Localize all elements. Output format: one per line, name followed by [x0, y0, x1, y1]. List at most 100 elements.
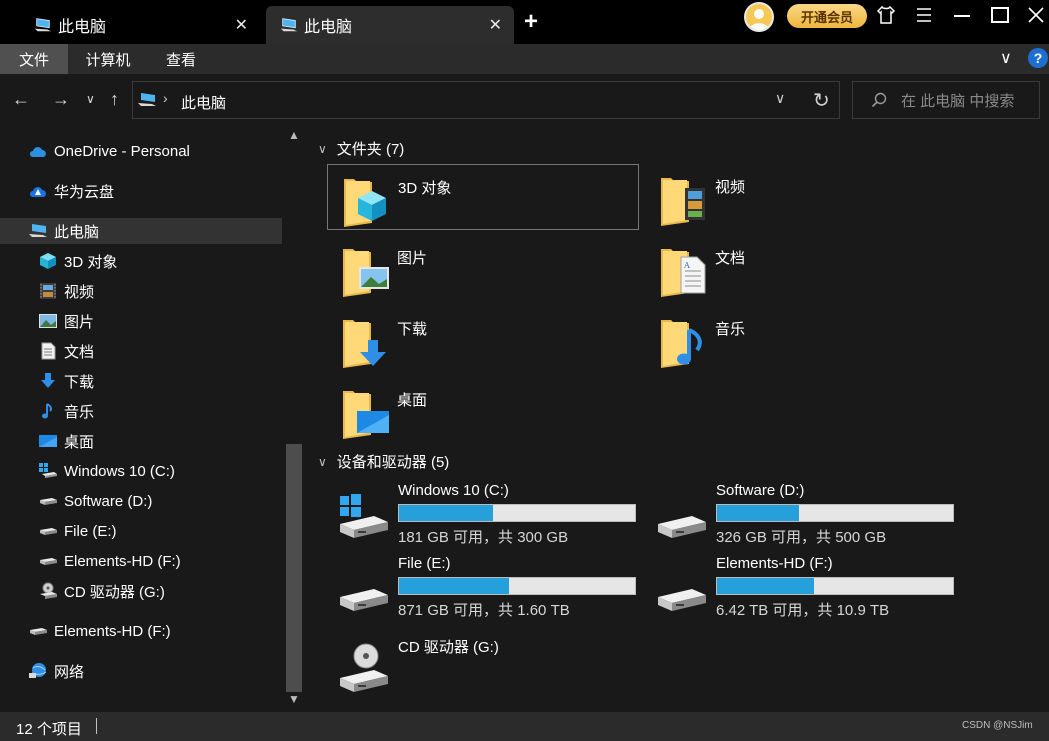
sidebar-item-label: OneDrive - Personal [54, 142, 190, 160]
sidebar-item-drive-g[interactable]: CD 驱动器 (G:) [38, 578, 165, 604]
folder-label: 音乐 [715, 321, 746, 338]
collapse-chevron-icon: ∨ [318, 454, 327, 469]
scrollbar-thumb[interactable] [286, 444, 302, 692]
sidebar-item-label: 桌面 [64, 433, 95, 451]
forward-arrow-icon[interactable]: → [52, 88, 70, 110]
3d-objects-icon [38, 252, 58, 270]
desktop-folder-icon [343, 391, 389, 439]
expand-ribbon-chevron-icon[interactable]: ∨ [1000, 48, 1012, 68]
sidebar-item-network[interactable]: 网络 [28, 658, 84, 684]
address-bar[interactable]: › 此电脑 ∨ ↻ [132, 81, 840, 119]
drive-icon [658, 589, 706, 611]
minimize-icon[interactable] [947, 4, 977, 32]
search-icon [871, 92, 887, 108]
windows-drive-icon [38, 462, 58, 480]
new-tab-button[interactable]: + [524, 10, 538, 34]
drive-icon [340, 589, 388, 611]
sidebar-item-label: 音乐 [64, 403, 95, 421]
drive-e[interactable]: File (E:) 871 GB 可用，共 1.60 TB [328, 555, 640, 621]
recent-locations-chevron-icon[interactable]: ∨ [86, 88, 95, 110]
folder-3d-objects[interactable]: 3D 对象 [327, 164, 639, 230]
drive-name: File (E:) [398, 555, 451, 572]
avatar[interactable] [744, 2, 774, 32]
drive-space-info: 326 GB 可用，共 500 GB [716, 529, 887, 546]
ribbon-file-tab[interactable]: 文件 [0, 44, 68, 74]
maximize-icon[interactable] [985, 4, 1015, 32]
drive-usage-fill [399, 578, 510, 594]
sidebar-item-drive-e[interactable]: File (E:) [38, 518, 117, 544]
folder-videos[interactable]: 视频 [645, 164, 957, 230]
sidebar-item-desktop[interactable]: 桌面 [38, 428, 94, 454]
folders-group-header[interactable]: ∨ 文件夹 (7) [318, 138, 404, 159]
sidebar-item-label: 华为云盘 [54, 183, 115, 201]
sidebar-item-videos[interactable]: 视频 [38, 278, 94, 304]
sidebar-item-music[interactable]: 音乐 [38, 398, 94, 424]
3d-objects-folder-icon [344, 179, 386, 227]
network-icon [28, 662, 48, 680]
svg-text:A: A [683, 261, 690, 270]
drive-usage-bar [398, 577, 636, 595]
tab-close-icon[interactable]: ✕ [489, 15, 502, 35]
drive-name: Elements-HD (F:) [716, 555, 833, 572]
folder-music[interactable]: 音乐 [645, 306, 957, 372]
tab-this-pc-1[interactable]: 此电脑 ✕ [20, 6, 260, 44]
folder-desktop[interactable]: 桌面 [327, 377, 639, 443]
sidebar-item-huawei-cloud[interactable]: 华为云盘 [28, 178, 114, 204]
windows-drive-icon [340, 494, 388, 538]
sidebar-item-documents[interactable]: 文档 [38, 338, 94, 364]
sidebar-item-3d-objects[interactable]: 3D 对象 [38, 248, 117, 274]
search-input[interactable] [901, 90, 1035, 112]
drive-usage-bar [716, 504, 954, 522]
sidebar-item-downloads[interactable]: 下载 [38, 368, 94, 394]
folder-downloads[interactable]: 下载 [327, 306, 639, 372]
status-divider [96, 718, 97, 734]
drives-group-header[interactable]: ∨ 设备和驱动器 (5) [318, 451, 449, 472]
huawei-cloud-icon [28, 182, 48, 200]
folder-pictures[interactable]: 图片 [327, 235, 639, 301]
sidebar-item-elements-hd[interactable]: Elements-HD (F:) [28, 618, 171, 644]
scroll-down-arrow-icon[interactable]: ▼ [288, 692, 300, 706]
sidebar-item-drive-d[interactable]: Software (D:) [38, 488, 152, 514]
vip-button[interactable]: 开通会员 [787, 4, 867, 28]
sidebar-item-pictures[interactable]: 图片 [38, 308, 94, 334]
sidebar-item-drive-c[interactable]: Windows 10 (C:) [38, 458, 175, 484]
sidebar-item-label: Elements-HD (F:) [54, 622, 171, 640]
search-box[interactable] [852, 81, 1040, 119]
videos-folder-icon [661, 178, 705, 226]
drive-c[interactable]: Windows 10 (C:) 181 GB 可用，共 300 GB [328, 482, 640, 548]
close-icon[interactable] [1021, 4, 1049, 32]
breadcrumb-this-pc[interactable]: 此电脑 [181, 92, 226, 113]
drive-g[interactable]: CD 驱动器 (G:) [328, 636, 640, 702]
sidebar-item-this-pc[interactable]: 此电脑 [0, 218, 282, 244]
up-arrow-icon[interactable]: ↑ [110, 88, 119, 110]
sidebar-item-label: Software (D:) [64, 492, 153, 510]
ribbon-view-tab[interactable]: 查看 [150, 44, 212, 74]
documents-folder-icon: A [661, 249, 706, 297]
ribbon-computer-tab[interactable]: 计算机 [72, 44, 144, 74]
sidebar-item-label: 3D 对象 [64, 253, 118, 271]
sidebar-scrollbar[interactable]: ▲ ▼ [284, 126, 304, 712]
folder-documents[interactable]: A 文档 [645, 235, 957, 301]
scroll-up-arrow-icon[interactable]: ▲ [288, 128, 300, 142]
drive-usage-fill [399, 505, 493, 521]
documents-icon [38, 342, 58, 360]
skin-icon[interactable] [871, 4, 901, 32]
tab-close-icon[interactable]: ✕ [235, 15, 248, 35]
this-pc-icon [34, 18, 52, 32]
drive-d[interactable]: Software (D:) 326 GB 可用，共 500 GB [646, 482, 958, 548]
tab-this-pc-2[interactable]: 此电脑 ✕ [266, 6, 514, 44]
folder-label: 下载 [397, 321, 428, 338]
refresh-icon[interactable]: ↻ [813, 88, 830, 113]
downloads-folder-icon [343, 320, 386, 368]
menu-icon[interactable] [909, 4, 939, 32]
help-icon[interactable]: ? [1028, 48, 1048, 68]
sidebar-item-label: Elements-HD (F:) [64, 552, 181, 570]
back-arrow-icon[interactable]: ← [12, 88, 30, 110]
cd-drive-icon [340, 643, 388, 692]
address-dropdown-chevron-icon[interactable]: ∨ [775, 90, 785, 107]
folder-label: 桌面 [397, 392, 428, 409]
sidebar-item-onedrive[interactable]: OneDrive - Personal [28, 138, 190, 164]
breadcrumb-separator-icon[interactable]: › [163, 90, 168, 106]
sidebar-item-drive-f[interactable]: Elements-HD (F:) [38, 548, 181, 574]
drive-f[interactable]: Elements-HD (F:) 6.42 TB 可用，共 10.9 TB [646, 555, 958, 621]
